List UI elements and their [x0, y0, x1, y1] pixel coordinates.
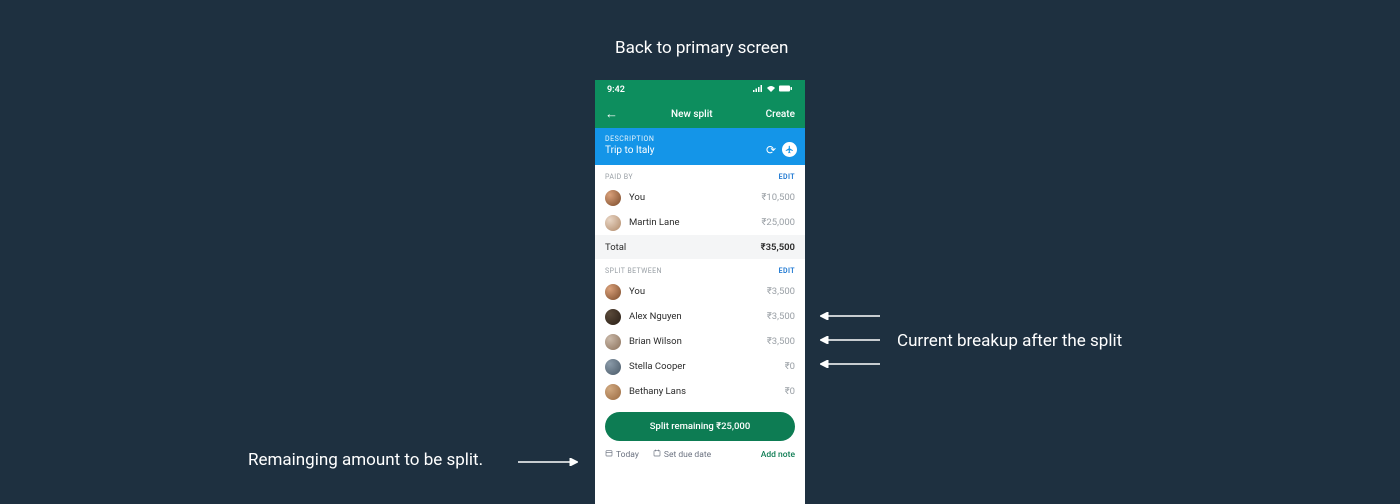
- status-time: 9:42: [607, 85, 625, 95]
- split-amount: ₹3,500: [767, 286, 795, 297]
- signal-icon: [753, 85, 763, 95]
- split-name: Alex Nguyen: [629, 311, 767, 322]
- split-edit-button[interactable]: EDIT: [779, 267, 795, 275]
- annotation-left: Remainging amount to be split.: [248, 450, 483, 470]
- avatar: [605, 284, 621, 300]
- total-row: Total ₹35,500: [595, 235, 805, 259]
- status-bar: 9:42: [595, 80, 805, 100]
- split-row: Stella Cooper ₹0: [595, 354, 805, 379]
- duedate-button[interactable]: Set due date: [653, 449, 711, 460]
- status-icons: [753, 85, 793, 95]
- payer-name: You: [629, 192, 762, 203]
- annotation-top: Back to primary screen: [615, 38, 788, 58]
- payer-name: Martin Lane: [629, 217, 762, 228]
- split-name: Stella Cooper: [629, 361, 785, 372]
- refresh-icon[interactable]: ⟳: [766, 143, 776, 157]
- total-label: Total: [605, 242, 761, 253]
- today-button[interactable]: Today: [605, 449, 639, 460]
- split-header: SPLIT BETWEEN EDIT: [595, 259, 805, 279]
- split-amount: ₹0: [785, 386, 795, 397]
- split-remaining-button[interactable]: Split remaining ₹25,000: [605, 412, 795, 441]
- description-section: DESCRIPTION Trip to Italy ⟳: [595, 128, 805, 165]
- arrow-right-icon: [820, 336, 880, 344]
- arrow-right-icon: [820, 312, 880, 320]
- split-row: Bethany Lans ₹0: [595, 379, 805, 404]
- split-row: You ₹3,500: [595, 279, 805, 304]
- footer-bar: Today Set due date Add note: [595, 447, 805, 460]
- avatar: [605, 359, 621, 375]
- split-amount: ₹3,500: [767, 336, 795, 347]
- arrow-right-icon: [820, 360, 880, 368]
- split-name: Bethany Lans: [629, 386, 785, 397]
- payer-amount: ₹10,500: [762, 192, 795, 203]
- paidby-row: Martin Lane ₹25,000: [595, 210, 805, 235]
- paidby-header: PAID BY EDIT: [595, 165, 805, 185]
- split-name: You: [629, 286, 767, 297]
- avatar: [605, 190, 621, 206]
- avatar: [605, 384, 621, 400]
- duedate-label: Set due date: [664, 450, 711, 460]
- calendar-icon: [605, 449, 613, 460]
- annotation-right: Current breakup after the split: [897, 331, 1122, 351]
- avatar: [605, 334, 621, 350]
- total-amount: ₹35,500: [761, 242, 795, 253]
- today-label: Today: [616, 450, 639, 460]
- create-button[interactable]: Create: [766, 109, 795, 120]
- arrow-left-icon: [518, 458, 578, 466]
- avatar: [605, 215, 621, 231]
- split-amount: ₹0: [785, 361, 795, 372]
- paidby-row: You ₹10,500: [595, 185, 805, 210]
- paidby-label: PAID BY: [605, 173, 633, 181]
- battery-icon: [779, 85, 793, 95]
- wifi-icon: [766, 85, 776, 95]
- split-name: Brian Wilson: [629, 336, 767, 347]
- nav-bar: ← New split Create: [595, 100, 805, 128]
- category-plane-icon[interactable]: [782, 142, 797, 157]
- addnote-button[interactable]: Add note: [761, 450, 795, 460]
- avatar: [605, 309, 621, 325]
- back-button[interactable]: ←: [605, 108, 618, 121]
- split-label: SPLIT BETWEEN: [605, 267, 662, 275]
- paidby-edit-button[interactable]: EDIT: [779, 173, 795, 181]
- split-row: Brian Wilson ₹3,500: [595, 329, 805, 354]
- payer-amount: ₹25,000: [762, 217, 795, 228]
- split-row: Alex Nguyen ₹3,500: [595, 304, 805, 329]
- split-amount: ₹3,500: [767, 311, 795, 322]
- phone-screen: 9:42 ← New split Create DESCRIPTION Trip…: [595, 80, 805, 504]
- duedate-icon: [653, 449, 661, 460]
- nav-title: New split: [671, 109, 713, 120]
